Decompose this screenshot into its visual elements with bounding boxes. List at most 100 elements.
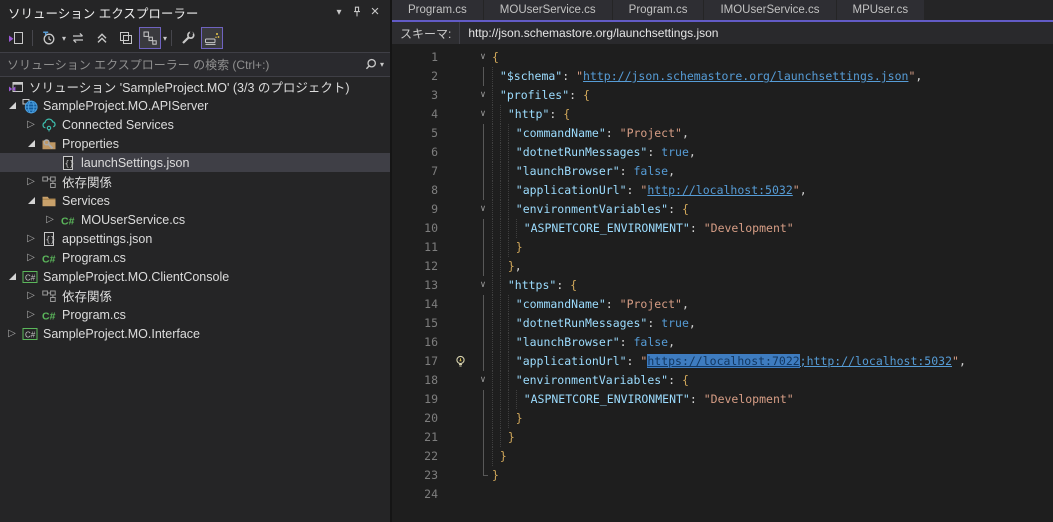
code-line-21[interactable]: 21} <box>392 428 1053 447</box>
indent-guide <box>492 143 500 162</box>
close-button[interactable]: × <box>366 3 384 21</box>
tree-item-launchsettings-json[interactable]: {} launchSettings.json <box>0 153 390 172</box>
json-file-icon: {} <box>58 155 78 171</box>
fold-chevron-icon[interactable]: ∨ <box>474 371 492 390</box>
indent-guide <box>499 181 508 200</box>
tab-imouserservice-cs[interactable]: IMOUserService.cs <box>704 0 836 20</box>
code-area[interactable]: 1 ∨{2 "$schema": "http://json.schemastore.… <box>392 44 1053 522</box>
open-files-filter-button[interactable] <box>38 27 60 49</box>
code-line-19[interactable]: 19 "ASPNETCORE_ENVIRONMENT": "Development… <box>392 390 1053 409</box>
code-line-23[interactable]: 23} <box>392 466 1053 485</box>
collapsed-arrow-icon[interactable]: ▷ <box>23 290 39 301</box>
expanded-arrow-icon[interactable] <box>4 102 20 109</box>
code-line-22[interactable]: 22} <box>392 447 1053 466</box>
collapsed-arrow-icon[interactable]: ▷ <box>23 176 39 187</box>
code-token: } <box>492 468 499 482</box>
tree-item-sampleproject-mo-3-3[interactable]: ソリューション 'SampleProject.MO' (3/3 のプロジェクト) <box>0 77 390 96</box>
code-line-24[interactable]: 24 <box>392 485 1053 504</box>
switch-views-button[interactable] <box>5 27 27 49</box>
code-line-9[interactable]: 9 ∨ "environmentVariables": { <box>392 200 1053 219</box>
code-line-8[interactable]: 8 "applicationUrl": "http://localhost:503… <box>392 181 1053 200</box>
code-line-14[interactable]: 14 "commandName": "Project", <box>392 295 1053 314</box>
code-line-12[interactable]: 12}, <box>392 257 1053 276</box>
code-token: "environmentVariables" <box>515 202 669 216</box>
tab-mpuser-cs[interactable]: MPUser.cs <box>836 0 925 20</box>
collapsed-arrow-icon[interactable]: ▷ <box>23 119 39 130</box>
code-line-20[interactable]: 20} <box>392 409 1053 428</box>
collapsed-arrow-icon[interactable]: ▷ <box>23 252 39 263</box>
tree-item-mouserservice-cs[interactable]: ▷ C# MOUserService.cs <box>0 210 390 229</box>
indent-guide <box>499 371 508 390</box>
tree-item-properties[interactable]: Properties <box>0 134 390 153</box>
tree-item-sampleproject-mo-apiserver[interactable]: SampleProject.MO.APIServer <box>0 96 390 115</box>
fold-chevron-icon[interactable]: ∨ <box>474 48 492 67</box>
collapsed-arrow-icon[interactable]: ▷ <box>42 214 58 225</box>
code-line-1[interactable]: 1 ∨{ <box>392 48 1053 67</box>
tree-item-label: Program.cs <box>62 307 126 322</box>
code-token: "dotnetRunMessages" <box>515 145 648 159</box>
code-line-13[interactable]: 13 ∨ "https": { <box>392 276 1053 295</box>
tree-item-services[interactable]: Services <box>0 191 390 210</box>
tab-mouserservice-cs[interactable]: MOUserService.cs <box>483 0 612 20</box>
lightbulb-gutter[interactable] <box>452 352 474 371</box>
code-line-16[interactable]: 16 "launchBrowser": false, <box>392 333 1053 352</box>
code-line-4[interactable]: 4 ∨ "http": { <box>392 105 1053 124</box>
code-line-10[interactable]: 10 "ASPNETCORE_ENVIRONMENT": "Development… <box>392 219 1053 238</box>
edit-project-file-button[interactable] <box>177 27 199 49</box>
fold-chevron-icon[interactable]: ∨ <box>474 105 492 124</box>
tab-program-cs[interactable]: Program.cs <box>392 0 483 20</box>
code-line-7[interactable]: 7 "launchBrowser": false, <box>392 162 1053 181</box>
preview-selected-items-button[interactable] <box>139 27 162 49</box>
code-text: } <box>492 409 523 428</box>
fold-chevron-icon[interactable]: ∨ <box>474 86 492 105</box>
tab-program-cs[interactable]: Program.cs <box>612 0 704 20</box>
code-line-15[interactable]: 15 "dotnetRunMessages": true, <box>392 314 1053 333</box>
fold-chevron-icon[interactable]: ∨ <box>474 200 492 219</box>
fold-chevron-icon[interactable]: ∨ <box>474 276 492 295</box>
code-line-2[interactable]: 2 "$schema": "http://json.schemastore.org… <box>392 67 1053 86</box>
open-files-filter-dropdown[interactable]: ▾ <box>62 34 66 43</box>
collapse-all-button[interactable] <box>91 27 113 49</box>
search-button[interactable]: ▾ <box>362 57 390 72</box>
tree-item-appsettings-json[interactable]: ▷ {} appsettings.json <box>0 229 390 248</box>
code-token: : <box>668 202 682 216</box>
fold-margin <box>474 219 492 238</box>
preview-selected-items-dropdown[interactable]: ▾ <box>163 34 167 43</box>
tree-item-program-cs[interactable]: ▷ C# Program.cs <box>0 305 390 324</box>
schema-value-dropdown[interactable]: http://json.schemastore.org/launchsettin… <box>459 22 1053 44</box>
sync-with-active-document-button[interactable] <box>67 27 89 49</box>
properties-window-button[interactable] <box>115 27 137 49</box>
collapsed-arrow-icon[interactable]: ▷ <box>23 233 39 244</box>
fold-margin <box>474 181 492 200</box>
code-line-5[interactable]: 5 "commandName": "Project", <box>392 124 1053 143</box>
collapsed-arrow-icon[interactable]: ▷ <box>23 309 39 320</box>
indent-guide <box>499 333 508 352</box>
schema-bar: スキーマ: http://json.schemastore.org/launch… <box>392 22 1053 44</box>
code-text: "environmentVariables": { <box>492 371 689 390</box>
tree-item-connected-services[interactable]: ▷ Connected Services <box>0 115 390 134</box>
tree-item-program-cs[interactable]: ▷ C# Program.cs <box>0 248 390 267</box>
tree-item-sampleproject-mo-interface[interactable]: ▷ C# SampleProject.MO.Interface <box>0 324 390 343</box>
tree-item-item[interactable]: ▷ 依存関係 <box>0 286 390 305</box>
fold-margin <box>474 162 492 181</box>
tree-item-item[interactable]: ▷ 依存関係 <box>0 172 390 191</box>
indent-guide <box>499 428 508 447</box>
dependencies-icon <box>39 288 59 304</box>
indent-guide <box>492 333 500 352</box>
code-line-17[interactable]: 17 "applicationUrl": " https://localhost:7… <box>392 352 1053 371</box>
window-position-dropdown-button[interactable]: ▾ <box>330 3 348 21</box>
expanded-arrow-icon[interactable] <box>4 273 20 280</box>
code-token: "ASPNETCORE_ENVIRONMENT" <box>523 221 690 235</box>
show-all-files-button[interactable] <box>201 27 224 49</box>
expanded-arrow-icon[interactable] <box>23 140 39 147</box>
code-line-6[interactable]: 6 "dotnetRunMessages": true, <box>392 143 1053 162</box>
search-input[interactable] <box>0 53 362 76</box>
code-line-11[interactable]: 11} <box>392 238 1053 257</box>
pin-button[interactable] <box>348 3 366 21</box>
code-line-3[interactable]: 3 ∨ "profiles": { <box>392 86 1053 105</box>
expanded-arrow-icon[interactable] <box>23 197 39 204</box>
collapsed-arrow-icon[interactable]: ▷ <box>4 328 20 339</box>
tree-item-sampleproject-mo-clientconsole[interactable]: C# SampleProject.MO.ClientConsole <box>0 267 390 286</box>
code-line-18[interactable]: 18 ∨ "environmentVariables": { <box>392 371 1053 390</box>
gutter-space <box>452 409 474 428</box>
